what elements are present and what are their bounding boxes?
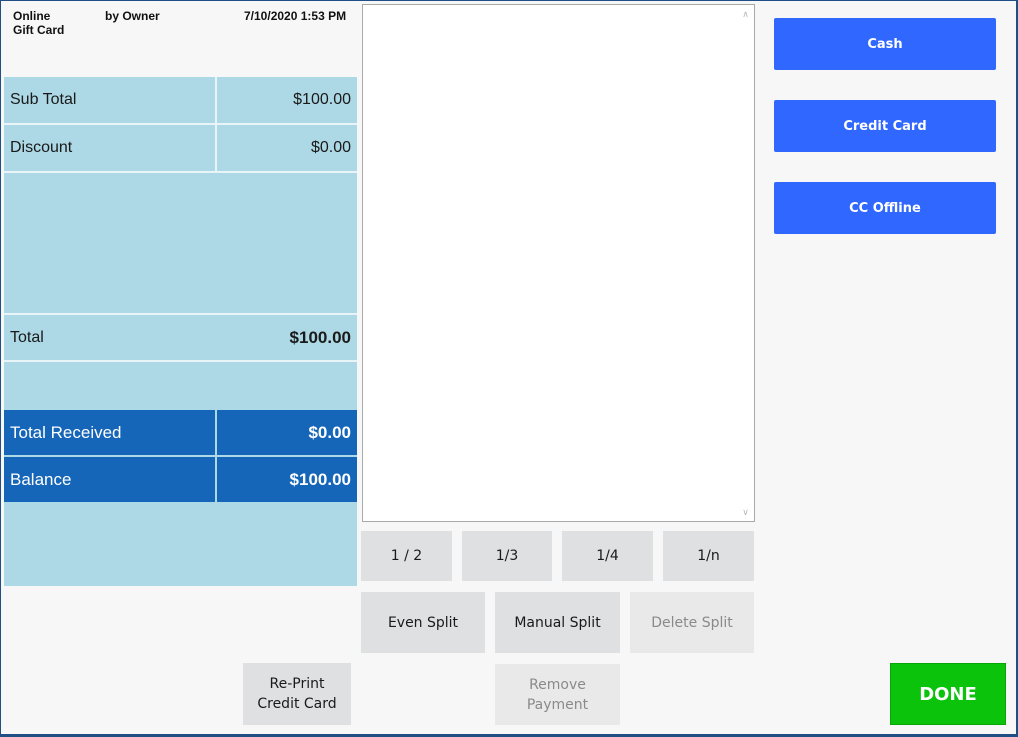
total-received-label: Total Received (4, 410, 215, 455)
payment-window: Online Gift Card by Owner 7/10/2020 1:53… (1, 1, 1016, 734)
discount-label: Discount (10, 139, 73, 156)
remove-payment-button[interactable]: Remove Payment (495, 664, 620, 725)
total-label: Total (10, 328, 44, 346)
remove-line1: Remove (529, 676, 586, 693)
split-half-button[interactable]: 1 / 2 (361, 531, 452, 581)
split-third-button[interactable]: 1/3 (462, 531, 552, 581)
subtotal-label: Sub Total (10, 91, 77, 108)
total-received-value: $0.00 (217, 410, 357, 455)
order-datetime: 7/10/2020 1:53 PM (244, 9, 347, 23)
discount-value: $0.00 (310, 139, 351, 156)
payment-list-scrollbar[interactable]: ∧ ∨ (737, 5, 754, 521)
reprint-line1: Re-Print (269, 676, 325, 692)
total-value: $100.00 (289, 327, 351, 347)
scroll-up-icon[interactable]: ∧ (737, 7, 754, 21)
column-divider (215, 77, 217, 171)
balance-label: Balance (4, 457, 215, 502)
order-source: Online Gift Card (13, 9, 64, 37)
row-divider (4, 360, 357, 362)
reprint-line2: Credit Card (257, 696, 337, 712)
order-source-line1: Online (13, 9, 51, 23)
totals-panel: Sub Total $100.00 Discount $0.00 Total $… (4, 77, 357, 586)
done-button[interactable]: DONE (890, 663, 1006, 725)
cash-button[interactable]: Cash (774, 18, 996, 70)
reprint-credit-card-button[interactable]: Re-Print Credit Card (243, 663, 351, 725)
balance-value: $100.00 (217, 457, 357, 502)
credit-card-button[interactable]: Credit Card (774, 100, 996, 152)
scroll-down-icon[interactable]: ∨ (737, 505, 754, 519)
order-source-line2: Gift Card (13, 23, 65, 37)
delete-split-button[interactable]: Delete Split (630, 592, 754, 653)
cc-offline-button[interactable]: CC Offline (774, 182, 996, 234)
payment-list[interactable]: ∧ ∨ (362, 4, 755, 522)
order-owner: by Owner (105, 9, 160, 23)
manual-split-button[interactable]: Manual Split (495, 592, 620, 653)
even-split-button[interactable]: Even Split (361, 592, 485, 653)
split-quarter-button[interactable]: 1/4 (562, 531, 653, 581)
remove-line2: Payment (526, 696, 589, 713)
subtotal-value: $100.00 (293, 91, 351, 108)
row-divider (4, 171, 357, 173)
split-nth-button[interactable]: 1/n (663, 531, 754, 581)
